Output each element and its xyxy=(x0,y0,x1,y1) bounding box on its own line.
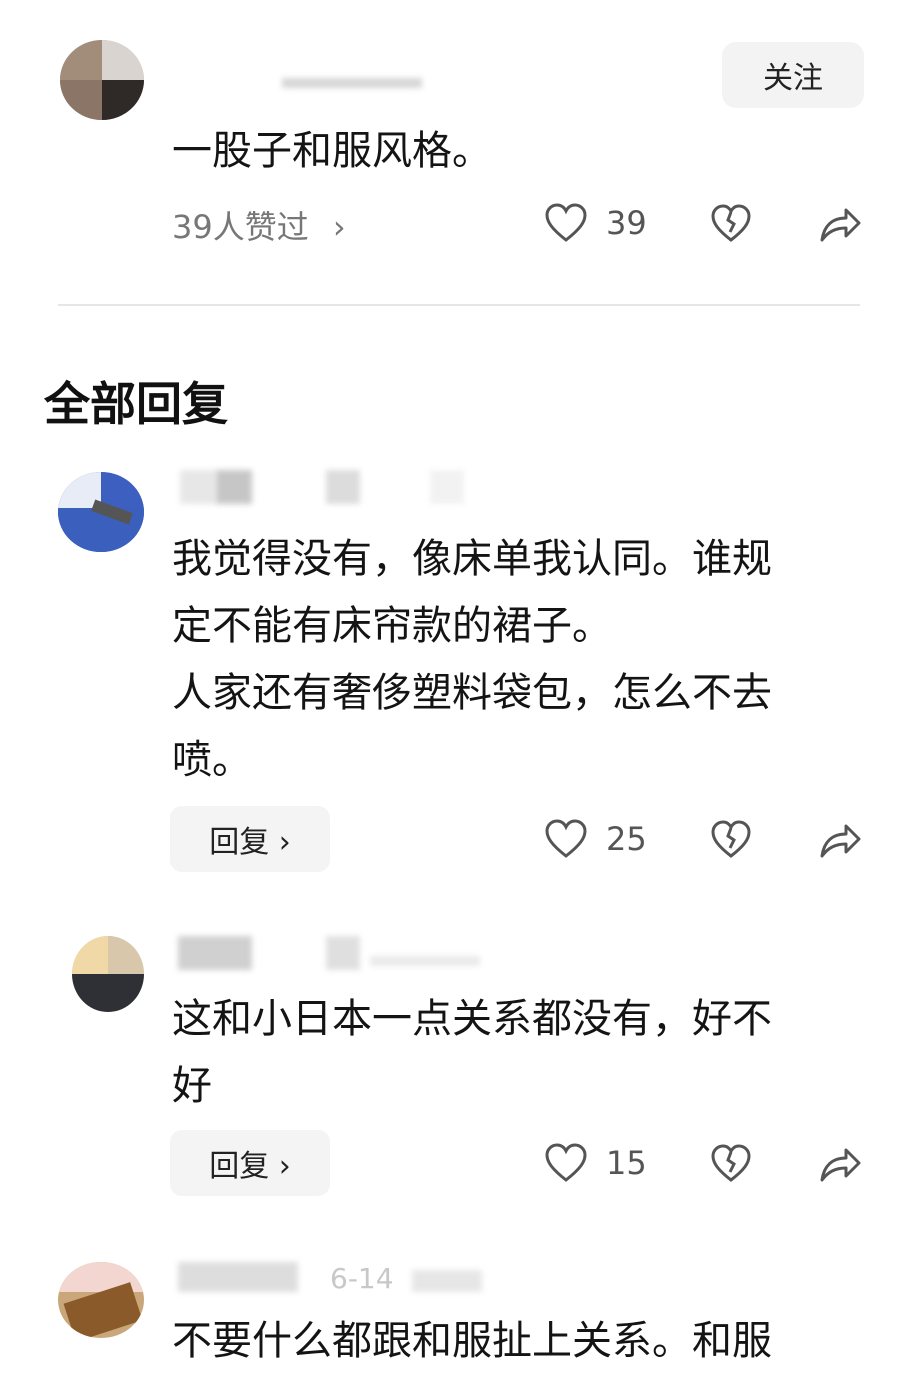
username-redacted xyxy=(370,956,480,966)
divider xyxy=(58,304,860,306)
location-redacted xyxy=(412,1270,482,1292)
avatar-blur xyxy=(102,80,144,120)
avatar-blur xyxy=(72,936,108,974)
comment-text: 不要什么都跟和服扯上关系。和服 xyxy=(172,1318,772,1364)
reply-button[interactable]: 回复 › xyxy=(170,806,330,872)
comment-text: 一股子和服风格。 xyxy=(172,128,492,174)
comment-text: 我觉得没有，像床单我认同。谁规 定不能有床帘款的裙子。 人家还有奢侈塑料袋包，怎… xyxy=(172,536,772,783)
avatar-blur xyxy=(60,40,102,80)
comment-date: 6-14 xyxy=(330,1262,394,1295)
username-redacted xyxy=(216,470,252,504)
username-redacted xyxy=(326,936,360,970)
username-redacted xyxy=(326,470,360,504)
comment-text: 这和小日本一点关系都没有，好不 好 xyxy=(172,996,772,1109)
avatar-blur xyxy=(60,80,102,120)
like-count: 15 xyxy=(606,1144,647,1182)
section-title: 全部回复 xyxy=(44,377,228,431)
username-redacted xyxy=(180,470,216,504)
username-redacted xyxy=(282,78,422,88)
share-arrow-icon[interactable] xyxy=(818,202,862,244)
avatar[interactable] xyxy=(60,40,144,120)
reply-button[interactable]: 回复 › xyxy=(170,1130,330,1196)
broken-heart-icon[interactable] xyxy=(710,202,752,244)
username-redacted xyxy=(430,470,464,504)
avatar-blur xyxy=(101,472,144,508)
follow-button[interactable]: 关注 xyxy=(722,42,864,108)
avatar[interactable] xyxy=(58,1262,144,1338)
likers-label: 39人赞过 xyxy=(172,208,309,246)
broken-heart-icon[interactable] xyxy=(710,818,752,860)
likers-link[interactable]: 39人赞过 › xyxy=(172,202,346,248)
avatar-blur xyxy=(72,974,144,1012)
avatar-blur xyxy=(102,40,144,80)
heart-outline-icon[interactable] xyxy=(544,818,588,860)
broken-heart-icon[interactable] xyxy=(710,1142,752,1184)
username-redacted xyxy=(178,936,252,970)
username-redacted xyxy=(178,1262,298,1292)
avatar-blur xyxy=(108,936,144,974)
heart-outline-icon[interactable] xyxy=(544,202,588,244)
share-arrow-icon[interactable] xyxy=(818,1142,862,1184)
like-count: 25 xyxy=(606,820,647,858)
avatar[interactable] xyxy=(72,936,144,1012)
like-count: 39 xyxy=(606,204,647,242)
chevron-right-icon: › xyxy=(332,208,346,246)
avatar[interactable] xyxy=(58,472,144,552)
heart-outline-icon[interactable] xyxy=(544,1142,588,1184)
share-arrow-icon[interactable] xyxy=(818,818,862,860)
